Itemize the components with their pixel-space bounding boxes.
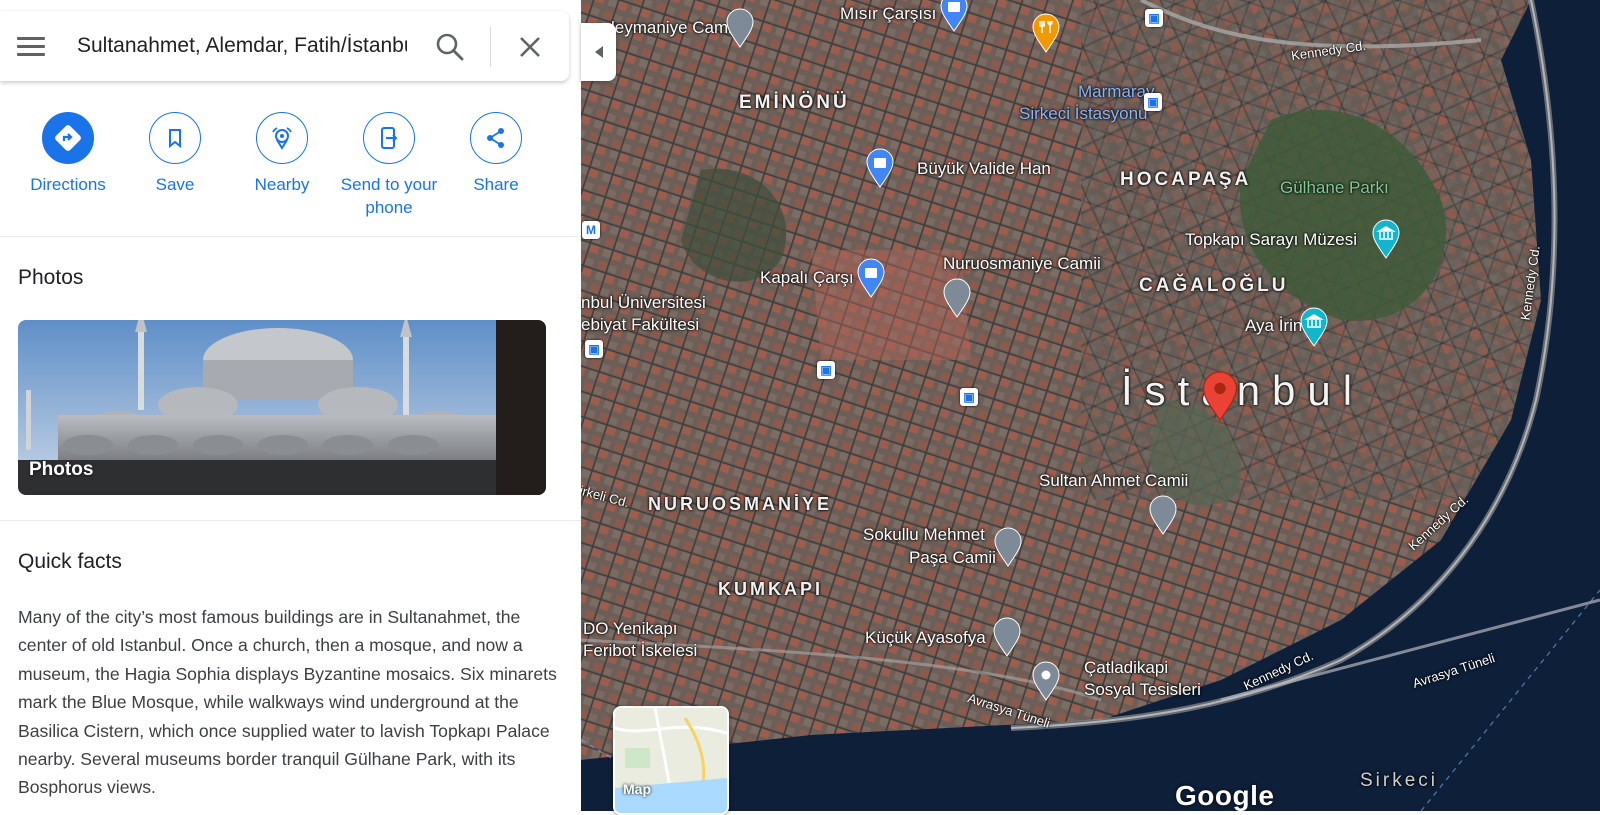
nearby-label: Nearby xyxy=(254,175,310,194)
tram-stop-icon[interactable]: ▣ xyxy=(585,340,603,358)
place-label-topkapi-sarayi[interactable]: Topkapı Sarayı Müzesi xyxy=(1185,229,1357,251)
place-label-sokullu-1[interactable]: Sokullu Mehmet xyxy=(863,524,985,546)
section-divider xyxy=(0,520,581,521)
photos-heading: Photos xyxy=(18,266,84,289)
place-label-catladikapi-1[interactable]: Çatladikapi xyxy=(1084,657,1168,679)
district-label-eminonu: EMİNÖNÜ xyxy=(739,92,850,113)
blue-mosque-photo xyxy=(18,320,546,495)
mosque-pin-icon[interactable] xyxy=(993,527,1023,567)
share-label: Share xyxy=(473,175,519,194)
mosque-pin-icon[interactable] xyxy=(1148,495,1178,535)
nearby-icon xyxy=(256,112,308,164)
quick-facts-heading: Quick facts xyxy=(18,550,122,573)
museum-pin-icon[interactable] xyxy=(1299,307,1329,347)
place-label-gulhane-parki[interactable]: Gülhane Parkı xyxy=(1280,177,1389,199)
quick-facts-text: Many of the city’s most famous buildings… xyxy=(18,607,557,798)
place-label-misir-carsisi[interactable]: Mısır Çarşısı xyxy=(840,3,936,25)
close-icon[interactable] xyxy=(512,29,548,65)
mosque-pin-icon[interactable] xyxy=(992,617,1022,657)
section-divider xyxy=(0,236,581,237)
museum-pin-icon[interactable] xyxy=(1371,219,1401,259)
place-label-kapali-carsi[interactable]: Kapalı Çarşı xyxy=(760,267,854,289)
save-label: Save xyxy=(155,175,195,194)
send-to-phone-button[interactable]: Send to your phone xyxy=(334,112,444,219)
place-label-aya-irini[interactable]: Aya İrini xyxy=(1245,315,1306,337)
action-row: Directions Save Nearby Send to your phon… xyxy=(0,108,570,233)
mosque-pin-icon[interactable] xyxy=(725,8,755,48)
share-button[interactable]: Share xyxy=(441,112,551,196)
search-icon[interactable] xyxy=(432,29,468,65)
district-label-cagaloglu: CAĞALOĞLU xyxy=(1139,275,1289,296)
directions-icon xyxy=(42,112,94,164)
city-label-istanbul: İstanbul xyxy=(1121,367,1365,414)
map-toggle-label: Map xyxy=(623,781,651,797)
send-to-phone-icon xyxy=(363,112,415,164)
place-label-universite[interactable]: nbul Üniversitesi xyxy=(581,292,706,314)
photos-card-label: Photos xyxy=(29,459,94,480)
place-pin-icon[interactable] xyxy=(1031,661,1061,701)
map-layer-toggle[interactable]: Map xyxy=(613,706,729,815)
place-label-kucuk-ayasofya[interactable]: Küçük Ayasofya xyxy=(865,627,986,649)
shopping-pin-icon[interactable] xyxy=(939,0,969,32)
restaurant-pin-icon[interactable] xyxy=(1031,13,1061,53)
place-panel: Directions Save Nearby Send to your phon… xyxy=(0,0,581,811)
place-label-yenikapi-1[interactable]: DO Yenikapı xyxy=(583,618,678,640)
search-box xyxy=(0,11,569,81)
district-label-kumkapi: KUMKAPI xyxy=(718,579,823,599)
place-label-sultan-ahmet-camii[interactable]: Sultan Ahmet Camii xyxy=(1039,470,1188,492)
place-label-edebiyat[interactable]: ebiyat Fakültesi xyxy=(581,314,699,336)
place-label-nuruosmaniye-camii[interactable]: Nuruosmaniye Camii xyxy=(943,253,1101,275)
menu-icon[interactable] xyxy=(17,28,53,64)
nearby-button[interactable]: Nearby xyxy=(227,112,337,196)
tram-stop-icon[interactable]: ▣ xyxy=(960,388,978,406)
tram-stop-icon[interactable]: ▣ xyxy=(817,361,835,379)
place-label-catladikapi-2[interactable]: Sosyal Tesisleri xyxy=(1084,679,1201,701)
directions-button[interactable]: Directions xyxy=(13,112,123,196)
satellite-map[interactable]: leymaniye Camii Mısır Çarşısı Marmaray S… xyxy=(581,0,1600,811)
place-label-sirkeci-istasyonu[interactable]: Sirkeci İstasyonu xyxy=(1019,103,1148,125)
train-station-icon[interactable]: ▣ xyxy=(1144,93,1162,111)
collapse-panel-button[interactable] xyxy=(581,23,616,81)
map-thumbnail xyxy=(615,708,727,813)
place-label-buyuk-valide-han[interactable]: Büyük Valide Han xyxy=(917,158,1051,180)
selected-location-pin-icon[interactable] xyxy=(1201,370,1239,422)
google-logo: Google xyxy=(1175,780,1275,811)
share-icon xyxy=(470,112,522,164)
shopping-pin-icon[interactable] xyxy=(856,258,886,298)
district-label-sirkeci: Sirkeci xyxy=(1360,770,1439,791)
place-label-yenikapi-2[interactable]: Feribot İskelesi xyxy=(583,640,697,662)
search-input[interactable] xyxy=(75,33,409,59)
directions-label: Directions xyxy=(30,175,106,194)
place-label-sokullu-2[interactable]: Paşa Camii xyxy=(909,547,996,569)
search-divider xyxy=(490,27,491,67)
metro-station-icon[interactable]: M xyxy=(582,221,600,239)
chevron-left-icon xyxy=(594,46,603,58)
mosque-pin-icon[interactable] xyxy=(942,278,972,318)
district-label-nuruosmaniye: NURUOSMANİYE xyxy=(648,494,833,514)
district-label-hocapasa: HOCAPAŞA xyxy=(1120,169,1252,190)
shopping-pin-icon[interactable] xyxy=(865,148,895,188)
bus-stop-icon[interactable]: ▣ xyxy=(1145,9,1163,27)
bookmark-icon xyxy=(149,112,201,164)
save-button[interactable]: Save xyxy=(120,112,230,196)
send-to-phone-label: Send to your phone xyxy=(340,175,438,217)
place-label-suleymaniye[interactable]: leymaniye Camii xyxy=(611,17,736,39)
photo-card[interactable]: Photos xyxy=(18,320,546,495)
